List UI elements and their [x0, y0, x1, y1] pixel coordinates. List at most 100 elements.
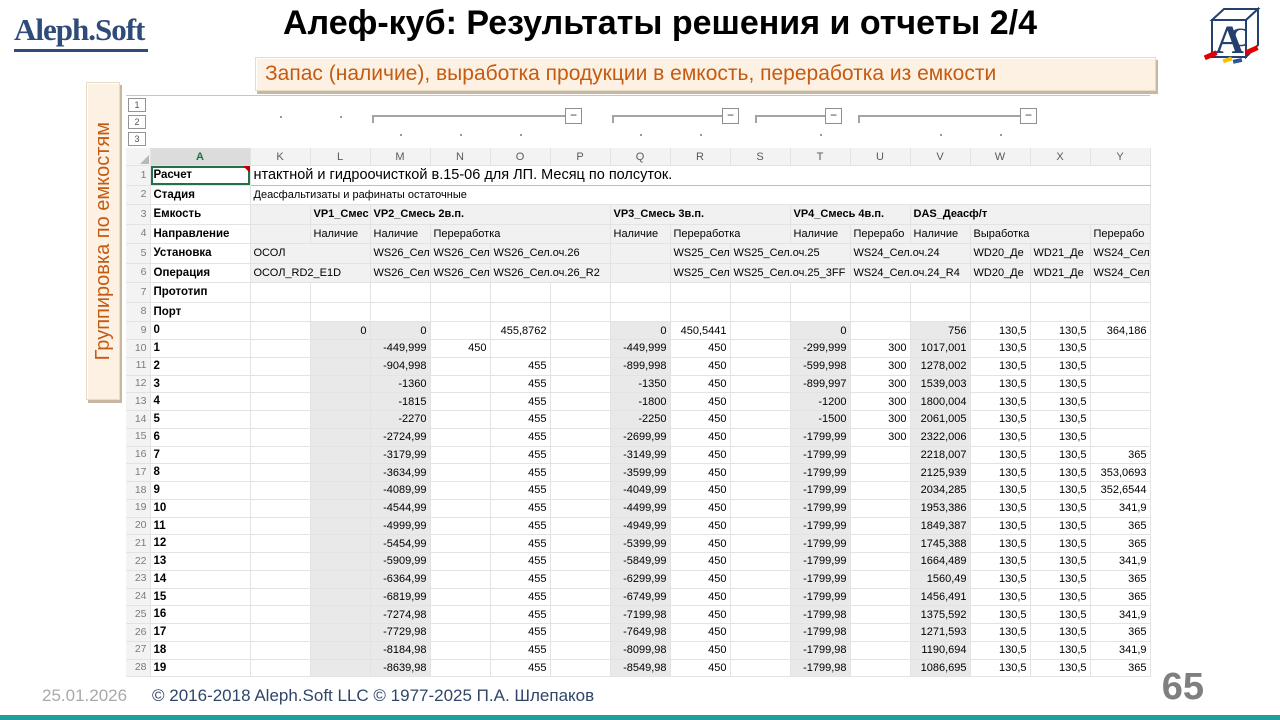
cell-P17[interactable]	[550, 464, 610, 482]
cell-A15[interactable]: 6	[150, 428, 250, 446]
cell-N6[interactable]: WS26_Сел	[430, 263, 490, 283]
cell-N26[interactable]	[430, 624, 490, 642]
outline-level-2-button[interactable]: 2	[128, 115, 146, 129]
cell-W16[interactable]: 130,5	[970, 446, 1030, 464]
cell-T21[interactable]: -1799,99	[790, 535, 850, 553]
cell-A7[interactable]: Прототип	[150, 283, 250, 303]
cell-Q18[interactable]: -4049,99	[610, 482, 670, 500]
cell-U10[interactable]: 300	[850, 340, 910, 358]
column-header-W[interactable]: W	[970, 148, 1030, 166]
cell-P8[interactable]	[550, 302, 610, 322]
cell-M23[interactable]: -6364,99	[370, 570, 430, 588]
cell-L10[interactable]	[310, 340, 370, 358]
cell-O19[interactable]: 455	[490, 499, 550, 517]
cell-N17[interactable]	[430, 464, 490, 482]
cell-W6[interactable]: WD20_Де	[970, 263, 1030, 283]
cell-X17[interactable]: 130,5	[1030, 464, 1090, 482]
cell-X14[interactable]: 130,5	[1030, 411, 1090, 429]
cell-N19[interactable]	[430, 499, 490, 517]
cell-X18[interactable]: 130,5	[1030, 482, 1090, 500]
cell-X8[interactable]	[1030, 302, 1090, 322]
cell-Q5[interactable]	[610, 244, 670, 264]
cell-K18[interactable]	[250, 482, 310, 500]
cell-R14[interactable]: 450	[670, 411, 730, 429]
cell-P12[interactable]	[550, 375, 610, 393]
cell-W4[interactable]: Выработка	[970, 224, 1090, 244]
cell-N13[interactable]	[430, 393, 490, 411]
cell-N10[interactable]: 450	[430, 340, 490, 358]
cell-Y27[interactable]: 341,9	[1090, 641, 1150, 659]
cell-R4[interactable]: Переработка	[670, 224, 790, 244]
cell-W7[interactable]	[970, 283, 1030, 303]
row-header-23[interactable]: 23	[126, 570, 150, 588]
cell-Q17[interactable]: -3599,99	[610, 464, 670, 482]
cell-K19[interactable]	[250, 499, 310, 517]
cell-A3[interactable]: Емкость	[150, 205, 250, 225]
cell-N27[interactable]	[430, 641, 490, 659]
cell-R24[interactable]: 450	[670, 588, 730, 606]
cell-Q3[interactable]: VP3_Смесь 3в.п.	[610, 205, 790, 225]
cell-N7[interactable]	[430, 283, 490, 303]
cell-W17[interactable]: 130,5	[970, 464, 1030, 482]
cell-A4[interactable]: Направление	[150, 224, 250, 244]
cell-R12[interactable]: 450	[670, 375, 730, 393]
cell-U7[interactable]	[850, 283, 910, 303]
cell-L8[interactable]	[310, 302, 370, 322]
cell-A27[interactable]: 18	[150, 641, 250, 659]
cell-L18[interactable]	[310, 482, 370, 500]
collapse-group-button[interactable]: −	[825, 108, 842, 124]
row-header-10[interactable]: 10	[126, 340, 150, 358]
row-header-22[interactable]: 22	[126, 553, 150, 571]
cell-O25[interactable]: 455	[490, 606, 550, 624]
cell-X11[interactable]: 130,5	[1030, 357, 1090, 375]
cell-M25[interactable]: -7274,98	[370, 606, 430, 624]
cell-V8[interactable]	[910, 302, 970, 322]
row-header-7[interactable]: 7	[126, 283, 150, 303]
cell-A12[interactable]: 3	[150, 375, 250, 393]
cell-O9[interactable]: 455,8762	[490, 322, 550, 340]
cell-M27[interactable]: -8184,98	[370, 641, 430, 659]
cell-T8[interactable]	[790, 302, 850, 322]
cell-V28[interactable]: 1086,695	[910, 659, 970, 677]
cell-Y9[interactable]: 364,186	[1090, 322, 1150, 340]
cell-L7[interactable]	[310, 283, 370, 303]
cell-O5[interactable]: WS26_Сел.оч.26	[490, 244, 610, 264]
cell-V17[interactable]: 2125,939	[910, 464, 970, 482]
row-header-16[interactable]: 16	[126, 446, 150, 464]
cell-M10[interactable]: -449,999	[370, 340, 430, 358]
cell-K13[interactable]	[250, 393, 310, 411]
cell-T18[interactable]: -1799,99	[790, 482, 850, 500]
cell-T15[interactable]: -1799,99	[790, 428, 850, 446]
cell-L22[interactable]	[310, 553, 370, 571]
row-header-21[interactable]: 21	[126, 535, 150, 553]
outline-level-3-button[interactable]: 3	[128, 132, 146, 146]
cell-K2[interactable]: Деасфальтизаты и рафинаты остаточные	[250, 185, 1150, 205]
cell-W28[interactable]: 130,5	[970, 659, 1030, 677]
cell-R6[interactable]: WS25_Сел	[670, 263, 730, 283]
cell-T27[interactable]: -1799,98	[790, 641, 850, 659]
cell-P7[interactable]	[550, 283, 610, 303]
cell-A17[interactable]: 8	[150, 464, 250, 482]
cell-N21[interactable]	[430, 535, 490, 553]
cell-X25[interactable]: 130,5	[1030, 606, 1090, 624]
cell-N14[interactable]	[430, 411, 490, 429]
cell-P24[interactable]	[550, 588, 610, 606]
cell-W20[interactable]: 130,5	[970, 517, 1030, 535]
cell-S14[interactable]	[730, 411, 790, 429]
row-header-12[interactable]: 12	[126, 375, 150, 393]
cell-V3[interactable]: DAS_Деасф/т	[910, 205, 1150, 225]
cell-T10[interactable]: -299,999	[790, 340, 850, 358]
cell-N5[interactable]: WS26_Сел	[430, 244, 490, 264]
cell-K3[interactable]	[250, 205, 310, 225]
collapse-group-button[interactable]: −	[722, 108, 739, 124]
cell-U16[interactable]	[850, 446, 910, 464]
cell-Y14[interactable]	[1090, 411, 1150, 429]
cell-X20[interactable]: 130,5	[1030, 517, 1090, 535]
cell-Q4[interactable]: Наличие	[610, 224, 670, 244]
cell-T9[interactable]: 0	[790, 322, 850, 340]
cell-S25[interactable]	[730, 606, 790, 624]
cell-W8[interactable]	[970, 302, 1030, 322]
cell-O28[interactable]: 455	[490, 659, 550, 677]
cell-X21[interactable]: 130,5	[1030, 535, 1090, 553]
cell-A23[interactable]: 14	[150, 570, 250, 588]
